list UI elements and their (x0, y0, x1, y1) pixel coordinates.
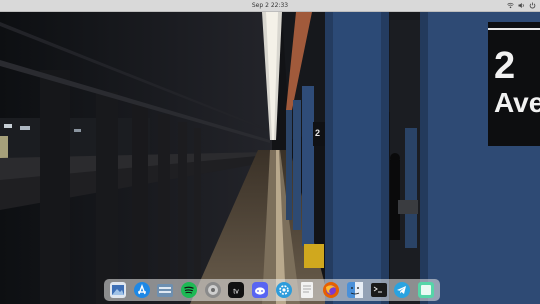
volume-icon[interactable] (518, 2, 525, 9)
station-sign-number: 2 (494, 45, 515, 87)
discord-icon[interactable] (251, 281, 269, 299)
small-station-sign: 2 (315, 128, 320, 138)
dock: tv (104, 279, 440, 301)
notes-icon[interactable] (417, 281, 435, 299)
app-store-icon[interactable] (133, 281, 151, 299)
firefox-icon[interactable] (322, 281, 340, 299)
station-sign-text: Ave (494, 87, 540, 118)
wallpaper: 2 Ave 2 (0, 0, 540, 304)
spotify-icon[interactable] (180, 281, 198, 299)
textedit-icon[interactable] (298, 281, 316, 299)
power-icon[interactable] (529, 2, 536, 9)
svg-text:tv: tv (234, 289, 240, 296)
clock[interactable]: Sep 2 22:33 (0, 0, 540, 11)
preview-icon[interactable] (109, 281, 127, 299)
finder-files-icon[interactable] (156, 281, 174, 299)
network-icon[interactable] (507, 2, 514, 9)
terminal-icon[interactable] (370, 281, 388, 299)
system-tray (507, 1, 536, 10)
apple-tv-icon[interactable]: tv (227, 281, 245, 299)
desktop: 2 Ave 2 (0, 0, 540, 304)
top-bar: Sep 2 22:33 (0, 0, 540, 12)
finder-icon[interactable] (346, 281, 364, 299)
telegram-icon[interactable] (393, 281, 411, 299)
system-preferences-icon[interactable] (204, 281, 222, 299)
settings-gear-icon[interactable] (275, 281, 293, 299)
